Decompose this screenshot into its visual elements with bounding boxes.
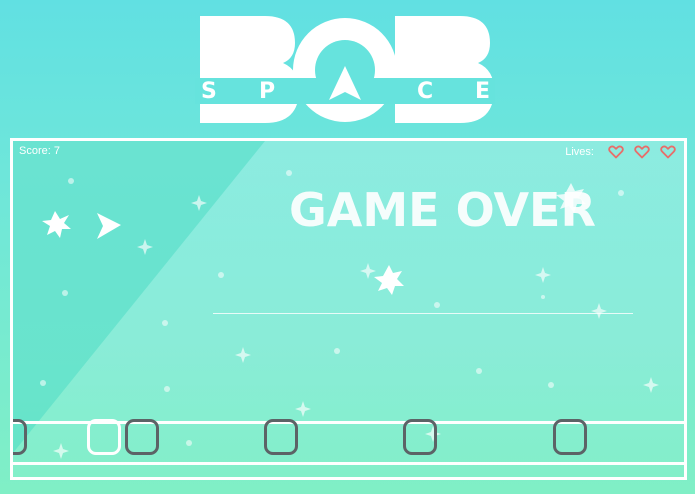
obstacle-block xyxy=(264,419,298,455)
logo-letter-p: P xyxy=(259,79,276,104)
logo-letter-s: S xyxy=(201,79,217,104)
heart-outline-icon xyxy=(608,145,624,159)
game-over-title: GAME OVER xyxy=(289,183,596,237)
obstacle-block xyxy=(125,419,159,455)
obstacle-block xyxy=(87,419,121,455)
lives-label: Lives: xyxy=(565,146,594,158)
logo-letter-e: E xyxy=(475,79,491,104)
divider-line xyxy=(213,313,633,314)
lives-display: Lives: xyxy=(565,145,676,159)
score-display: Score: 7 xyxy=(19,145,60,157)
game-canvas[interactable]: Score: 7 Lives: GAME OVER xyxy=(10,138,687,480)
game-logo: S P C E xyxy=(195,8,495,128)
obstacle-block xyxy=(403,419,437,455)
logo-artwork xyxy=(195,16,495,123)
obstacle-block xyxy=(553,419,587,455)
logo-letter-c: C xyxy=(417,79,434,104)
heart-outline-icon xyxy=(660,145,676,159)
heart-outline-icon xyxy=(634,145,650,159)
obstacle-block xyxy=(13,419,27,455)
